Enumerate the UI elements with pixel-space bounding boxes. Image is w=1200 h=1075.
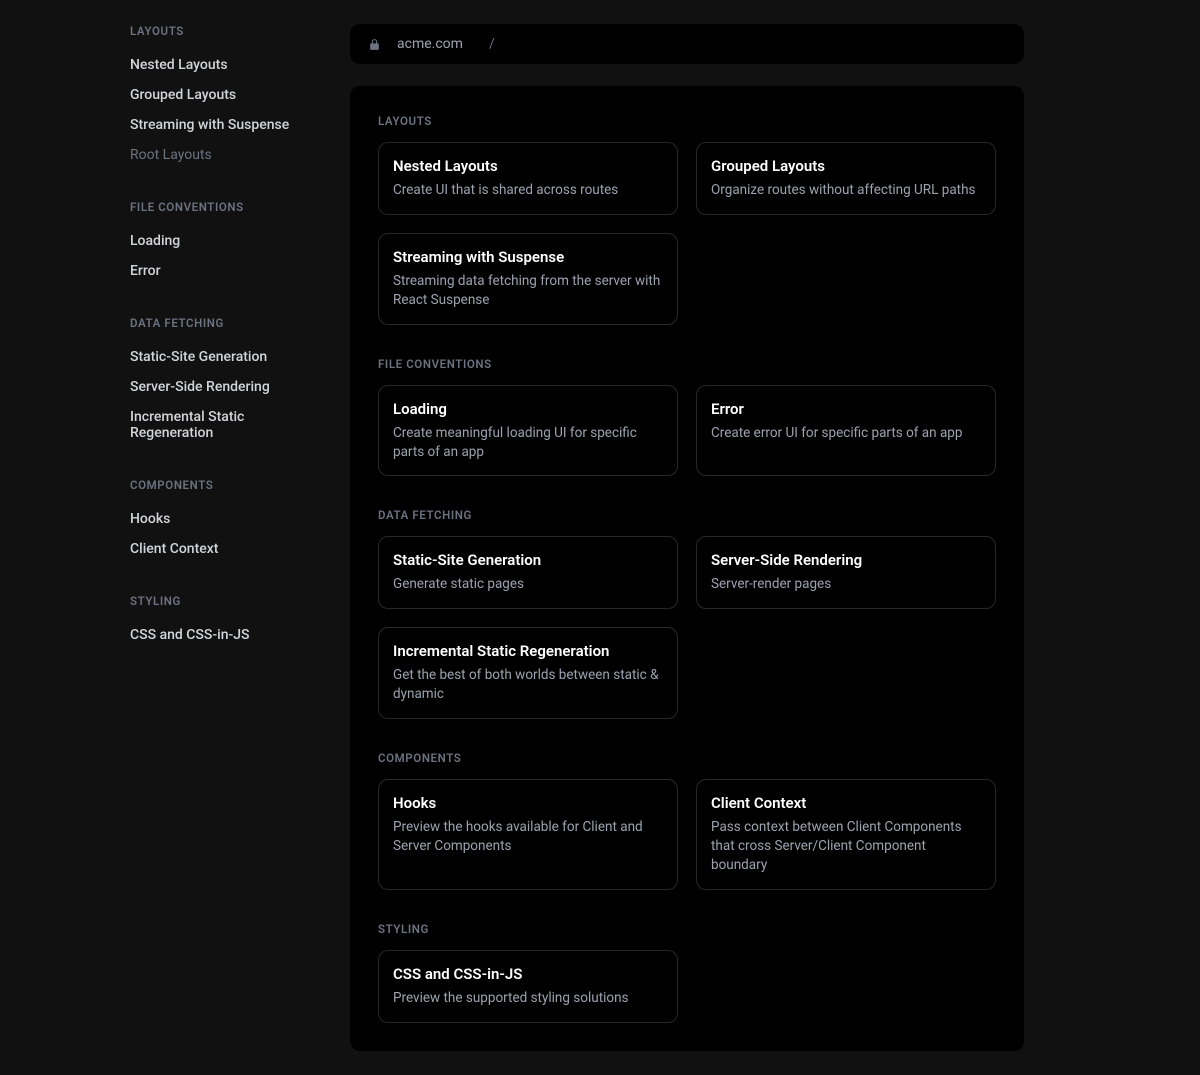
address-bar: acme.com / [350, 24, 1024, 64]
sidebar-heading-file-conventions: File Conventions [130, 200, 326, 214]
card-desc: Get the best of both worlds between stat… [393, 666, 663, 704]
section-heading-layouts: Layouts [378, 114, 996, 128]
sidebar-item-ssr[interactable]: Server-Side Rendering [130, 372, 326, 402]
content-panel: Layouts Nested Layouts Create UI that is… [350, 86, 1024, 1051]
card-title: Streaming with Suspense [393, 248, 663, 266]
section-layouts: Layouts Nested Layouts Create UI that is… [378, 114, 996, 325]
card-css[interactable]: CSS and CSS-in-JS Preview the supported … [378, 950, 678, 1023]
card-title: CSS and CSS-in-JS [393, 965, 663, 983]
card-title: Error [711, 400, 981, 418]
card-title: Nested Layouts [393, 157, 663, 175]
card-title: Static-Site Generation [393, 551, 663, 569]
card-error[interactable]: Error Create error UI for specific parts… [696, 385, 996, 477]
sidebar-heading-styling: Styling [130, 594, 326, 608]
section-heading-file-conventions: File Conventions [378, 357, 996, 371]
section-heading-components: Components [378, 751, 996, 765]
sidebar-nav: Layouts Nested Layouts Grouped Layouts S… [0, 0, 350, 1075]
sidebar-item-hooks[interactable]: Hooks [130, 504, 326, 534]
card-title: Incremental Static Regeneration [393, 642, 663, 660]
sidebar-section-data-fetching: Data Fetching Static-Site Generation Ser… [130, 316, 326, 448]
sidebar-item-css[interactable]: CSS and CSS-in-JS [130, 620, 326, 650]
sidebar-section-layouts: Layouts Nested Layouts Grouped Layouts S… [130, 24, 326, 170]
card-desc: Preview the supported styling solutions [393, 989, 663, 1008]
sidebar-item-grouped-layouts[interactable]: Grouped Layouts [130, 80, 326, 110]
sidebar-item-isr[interactable]: Incremental Static Regeneration [130, 402, 326, 448]
sidebar-section-styling: Styling CSS and CSS-in-JS [130, 594, 326, 650]
lock-icon [368, 38, 381, 51]
card-isr[interactable]: Incremental Static Regeneration Get the … [378, 627, 678, 719]
sidebar-section-file-conventions: File Conventions Loading Error [130, 200, 326, 286]
address-host: acme.com [397, 36, 463, 52]
card-title: Client Context [711, 794, 981, 812]
card-hooks[interactable]: Hooks Preview the hooks available for Cl… [378, 779, 678, 890]
card-desc: Organize routes without affecting URL pa… [711, 181, 981, 200]
section-file-conventions: File Conventions Loading Create meaningf… [378, 357, 996, 477]
card-client-context[interactable]: Client Context Pass context between Clie… [696, 779, 996, 890]
sidebar-item-ssg[interactable]: Static-Site Generation [130, 342, 326, 372]
section-data-fetching: Data Fetching Static-Site Generation Gen… [378, 508, 996, 719]
address-sep: / [489, 36, 495, 52]
sidebar-item-loading[interactable]: Loading [130, 226, 326, 256]
card-nested-layouts[interactable]: Nested Layouts Create UI that is shared … [378, 142, 678, 215]
card-desc: Preview the hooks available for Client a… [393, 818, 663, 856]
card-title: Grouped Layouts [711, 157, 981, 175]
sidebar-item-client-context[interactable]: Client Context [130, 534, 326, 564]
card-ssr[interactable]: Server-Side Rendering Server-render page… [696, 536, 996, 609]
card-title: Loading [393, 400, 663, 418]
card-desc: Pass context between Client Components t… [711, 818, 981, 875]
sidebar-item-nested-layouts[interactable]: Nested Layouts [130, 50, 326, 80]
sidebar-heading-components: Components [130, 478, 326, 492]
card-grouped-layouts[interactable]: Grouped Layouts Organize routes without … [696, 142, 996, 215]
sidebar-item-error[interactable]: Error [130, 256, 326, 286]
card-streaming-suspense[interactable]: Streaming with Suspense Streaming data f… [378, 233, 678, 325]
card-ssg[interactable]: Static-Site Generation Generate static p… [378, 536, 678, 609]
main-content: acme.com / Layouts Nested Layouts Create… [350, 0, 1200, 1075]
card-title: Server-Side Rendering [711, 551, 981, 569]
card-desc: Create meaningful loading UI for specifi… [393, 424, 663, 462]
card-desc: Streaming data fetching from the server … [393, 272, 663, 310]
section-heading-data-fetching: Data Fetching [378, 508, 996, 522]
sidebar-item-streaming-suspense[interactable]: Streaming with Suspense [130, 110, 326, 140]
card-desc: Generate static pages [393, 575, 663, 594]
sidebar-heading-data-fetching: Data Fetching [130, 316, 326, 330]
card-title: Hooks [393, 794, 663, 812]
section-components: Components Hooks Preview the hooks avail… [378, 751, 996, 890]
sidebar-heading-layouts: Layouts [130, 24, 326, 38]
section-styling: Styling CSS and CSS-in-JS Preview the su… [378, 922, 996, 1023]
card-loading[interactable]: Loading Create meaningful loading UI for… [378, 385, 678, 477]
card-desc: Server-render pages [711, 575, 981, 594]
sidebar-section-components: Components Hooks Client Context [130, 478, 326, 564]
section-heading-styling: Styling [378, 922, 996, 936]
sidebar-item-root-layouts[interactable]: Root Layouts [130, 140, 326, 170]
card-desc: Create error UI for specific parts of an… [711, 424, 981, 443]
card-desc: Create UI that is shared across routes [393, 181, 663, 200]
